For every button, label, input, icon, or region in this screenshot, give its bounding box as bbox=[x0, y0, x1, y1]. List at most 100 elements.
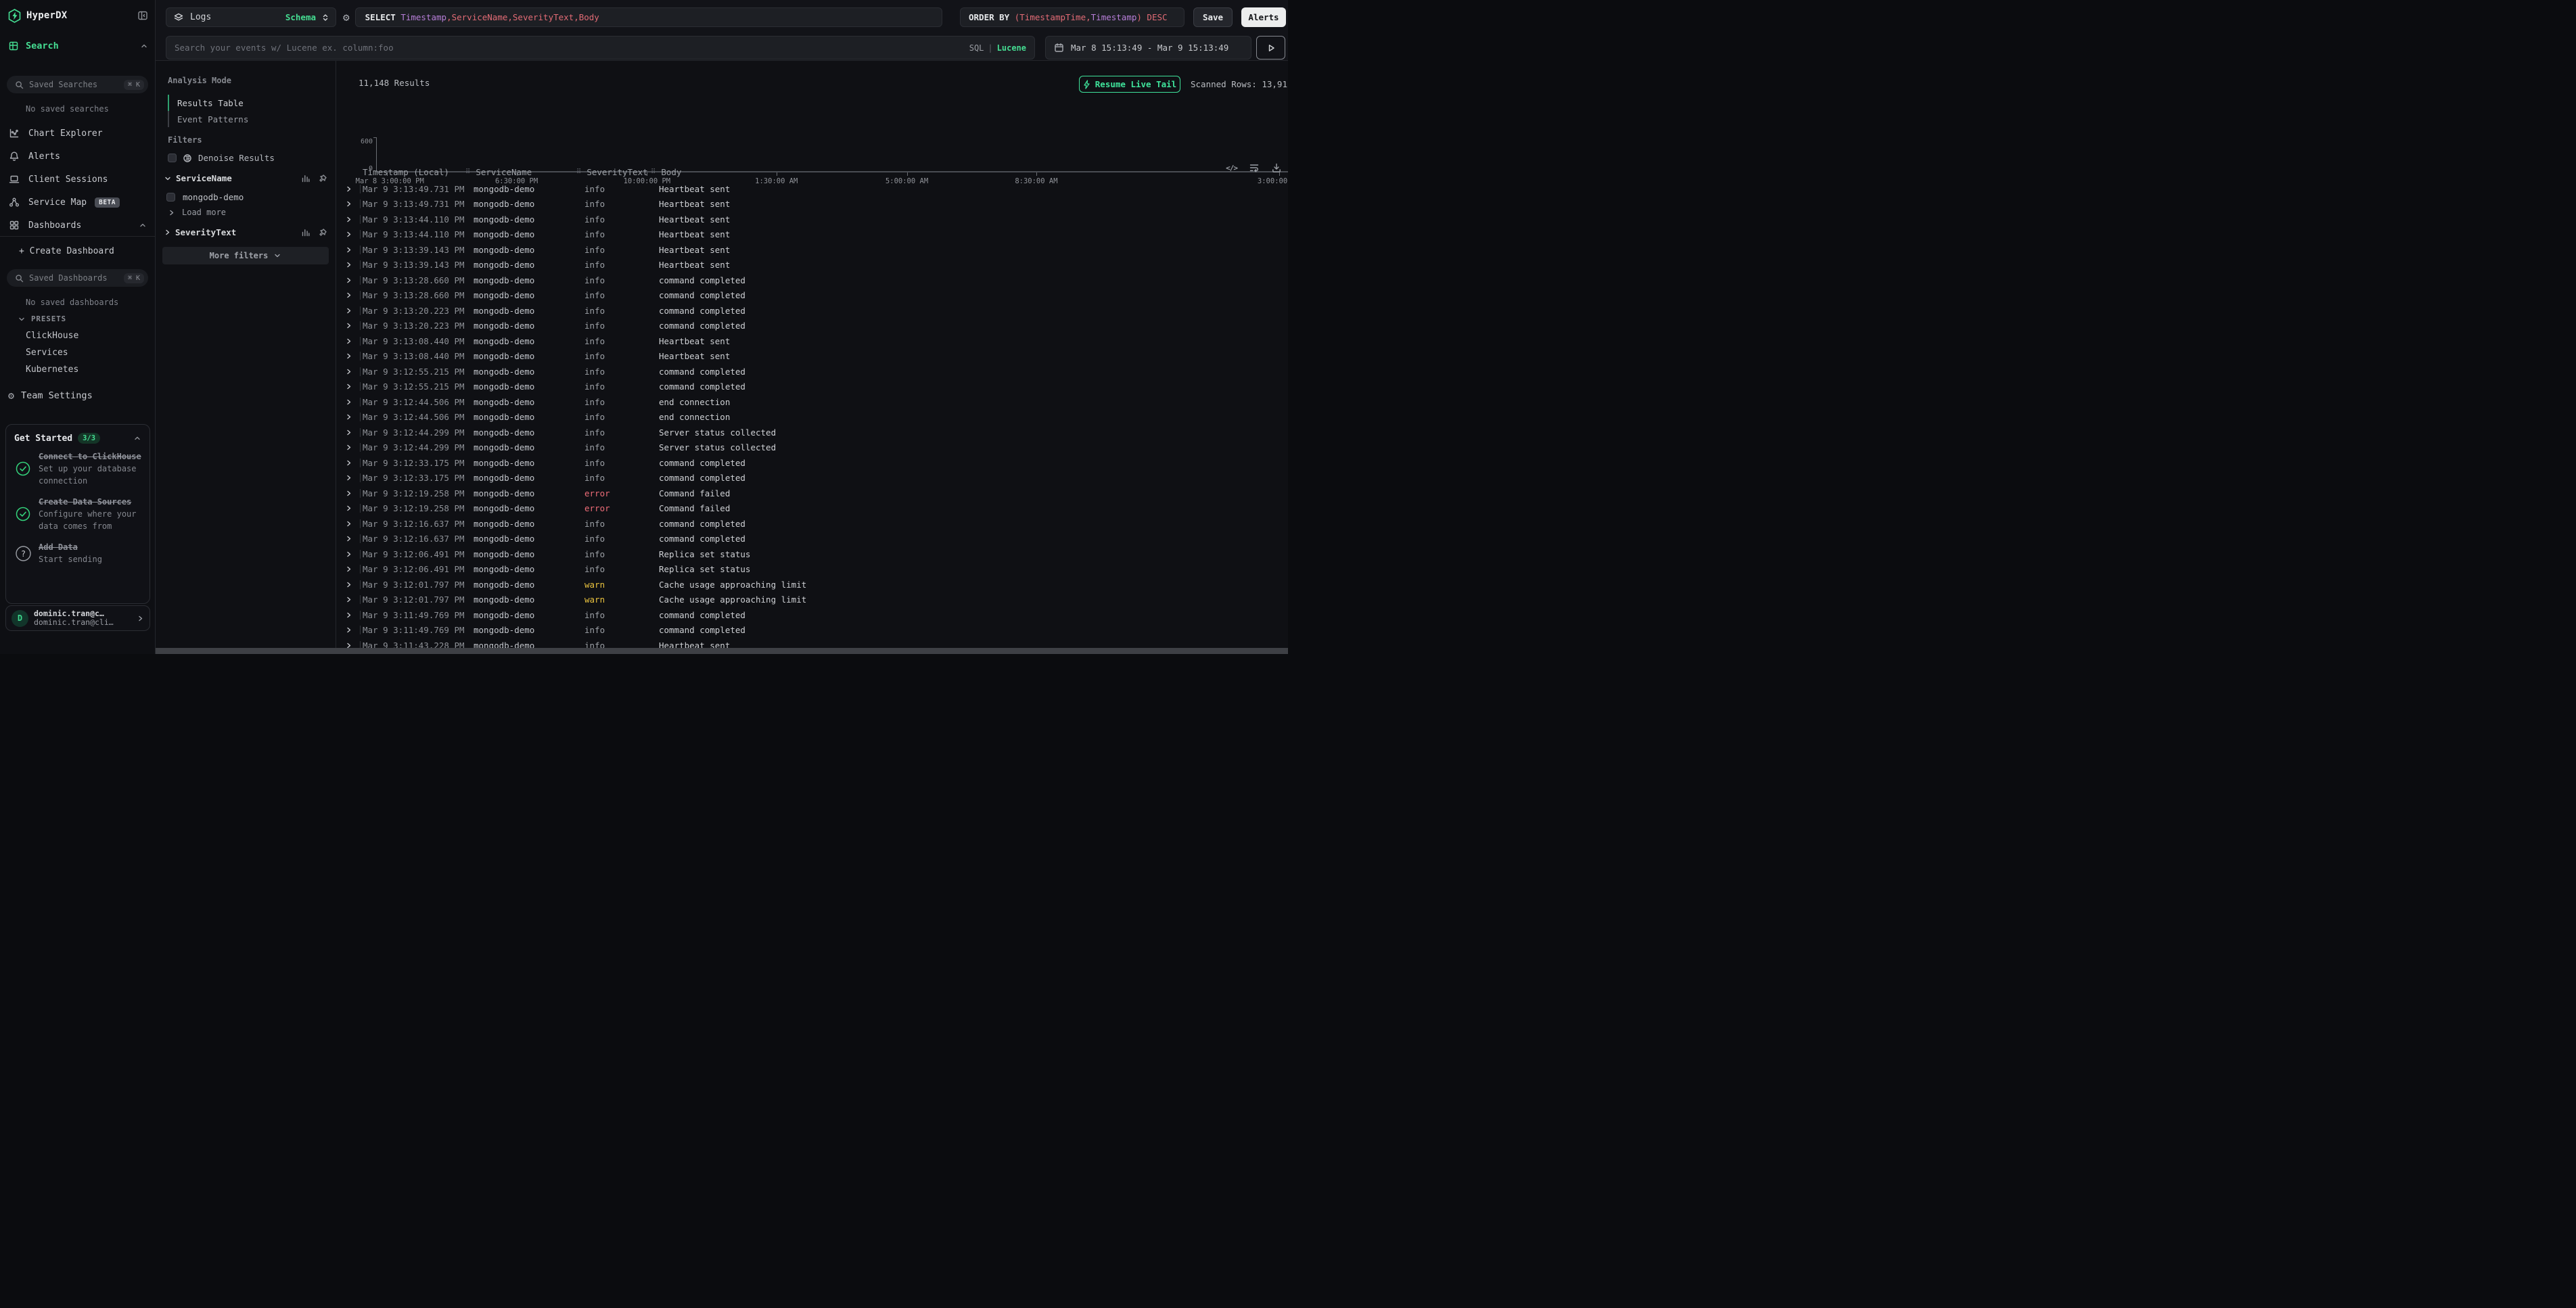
expand-row-icon[interactable] bbox=[345, 398, 352, 406]
column-header-servicename[interactable]: ⠿ServiceName bbox=[463, 167, 574, 177]
expand-row-icon[interactable] bbox=[345, 642, 352, 648]
expand-row-icon[interactable] bbox=[345, 581, 352, 588]
chevron-up-icon[interactable] bbox=[139, 221, 147, 229]
pin-icon[interactable] bbox=[318, 228, 327, 237]
expand-row-icon[interactable] bbox=[345, 246, 352, 254]
expand-row-icon[interactable] bbox=[345, 520, 352, 528]
table-row[interactable]: Mar 9 3:13:49.731 PMmongodb-demoinfoHear… bbox=[336, 197, 1288, 212]
load-more-button[interactable]: Load more bbox=[168, 208, 226, 217]
expand-row-icon[interactable] bbox=[345, 200, 352, 208]
expand-row-icon[interactable] bbox=[345, 291, 352, 299]
table-row[interactable]: Mar 9 3:13:20.223 PMmongodb-demoinfocomm… bbox=[336, 303, 1288, 319]
expand-row-icon[interactable] bbox=[345, 383, 352, 390]
sidebar-item-search[interactable]: Search bbox=[8, 39, 148, 53]
create-dashboard-button[interactable]: + Create Dashboard bbox=[19, 246, 114, 256]
expand-row-icon[interactable] bbox=[345, 626, 352, 634]
table-row[interactable]: Mar 9 3:12:33.175 PMmongodb-demoinfocomm… bbox=[336, 471, 1288, 486]
language-lucene-label[interactable]: Lucene bbox=[997, 43, 1026, 53]
expand-row-icon[interactable] bbox=[345, 551, 352, 558]
expand-row-icon[interactable] bbox=[345, 368, 352, 375]
results-histogram[interactable]: 600 0 Mar 8 3:00:00 PM6:30:00 PM10:00:00… bbox=[336, 98, 1288, 149]
user-profile[interactable]: D dominic.tran@c… dominic.tran@cli… bbox=[5, 605, 150, 631]
get-started-step[interactable]: Connect to ClickHouseSet up your databas… bbox=[14, 450, 141, 487]
column-header-body[interactable]: ⠿Body bbox=[649, 167, 1288, 177]
expand-row-icon[interactable] bbox=[345, 277, 352, 284]
table-row[interactable]: Mar 9 3:12:44.299 PMmongodb-demoinfoServ… bbox=[336, 425, 1288, 440]
expand-row-icon[interactable] bbox=[345, 307, 352, 314]
run-query-button[interactable] bbox=[1256, 36, 1285, 60]
table-row[interactable]: Mar 9 3:12:55.215 PMmongodb-demoinfocomm… bbox=[336, 364, 1288, 379]
table-row[interactable]: Mar 9 3:12:01.797 PMmongodb-demowarnCach… bbox=[336, 592, 1288, 608]
expand-row-icon[interactable] bbox=[345, 565, 352, 573]
expand-row-icon[interactable] bbox=[345, 413, 352, 421]
table-row[interactable]: Mar 9 3:12:16.637 PMmongodb-demoinfocomm… bbox=[336, 516, 1288, 532]
chevron-up-icon[interactable] bbox=[133, 434, 141, 442]
expand-row-icon[interactable] bbox=[345, 216, 352, 223]
table-row[interactable]: Mar 9 3:12:01.797 PMmongodb-demowarnCach… bbox=[336, 577, 1288, 592]
bar-chart-icon[interactable] bbox=[301, 174, 310, 183]
sidebar-collapse-icon[interactable] bbox=[137, 10, 148, 21]
filter-group-severitytext[interactable]: SeverityText bbox=[164, 227, 327, 237]
language-sql-label[interactable]: SQL bbox=[969, 43, 984, 53]
get-started-step[interactable]: Create Data SourcesConfigure where your … bbox=[14, 496, 141, 532]
horizontal-scrollbar[interactable] bbox=[156, 648, 1288, 654]
filter-value-mongodb-demo[interactable]: mongodb-demo bbox=[166, 192, 244, 202]
more-filters-button[interactable]: More filters bbox=[162, 247, 329, 264]
sidebar-item-chart-explorer[interactable]: Chart Explorer bbox=[0, 122, 155, 145]
expand-row-icon[interactable] bbox=[345, 352, 352, 360]
table-row[interactable]: Mar 9 3:13:08.440 PMmongodb-demoinfoHear… bbox=[336, 333, 1288, 349]
table-row[interactable]: Mar 9 3:13:44.110 PMmongodb-demoinfoHear… bbox=[336, 227, 1288, 243]
table-row[interactable]: Mar 9 3:11:49.769 PMmongodb-demoinfocomm… bbox=[336, 607, 1288, 623]
table-row[interactable]: Mar 9 3:13:39.143 PMmongodb-demoinfoHear… bbox=[336, 242, 1288, 258]
resume-live-tail-button[interactable]: Resume Live Tail bbox=[1079, 76, 1180, 93]
save-button[interactable]: Save bbox=[1193, 7, 1233, 27]
bar-chart-icon[interactable] bbox=[301, 228, 310, 237]
analysis-mode-event-patterns[interactable]: Event Patterns bbox=[168, 111, 248, 127]
saved-dashboards-input[interactable]: Saved Dashboards ⌘ K bbox=[7, 269, 148, 287]
table-row[interactable]: Mar 9 3:13:44.110 PMmongodb-demoinfoHear… bbox=[336, 212, 1288, 227]
table-row[interactable]: Mar 9 3:11:49.769 PMmongodb-demoinfocomm… bbox=[336, 623, 1288, 638]
table-row[interactable]: Mar 9 3:12:33.175 PMmongodb-demoinfocomm… bbox=[336, 455, 1288, 471]
orderby-clause-input[interactable]: ORDER BY (TimestampTime, Timestamp) DESC bbox=[960, 7, 1184, 27]
analysis-mode-results-table[interactable]: Results Table bbox=[168, 95, 248, 111]
expand-row-icon[interactable] bbox=[345, 505, 352, 512]
expand-row-icon[interactable] bbox=[345, 261, 352, 268]
drag-handle-icon[interactable]: ⠿ bbox=[465, 168, 470, 176]
sidebar-item-client-sessions[interactable]: Client Sessions bbox=[0, 168, 155, 191]
preset-services[interactable]: Services bbox=[26, 344, 78, 361]
table-row[interactable]: Mar 9 3:12:16.637 PMmongodb-demoinfocomm… bbox=[336, 532, 1288, 547]
expand-row-icon[interactable] bbox=[345, 459, 352, 467]
chevron-up-icon[interactable] bbox=[140, 42, 148, 50]
presets-toggle[interactable]: PRESETS bbox=[18, 314, 66, 323]
sidebar-item-dashboards[interactable]: Dashboards bbox=[0, 214, 155, 237]
expand-row-icon[interactable] bbox=[345, 185, 352, 193]
sidebar-item-service-map[interactable]: Service MapBETA bbox=[0, 191, 155, 214]
denoise-results-toggle[interactable]: Denoise Results bbox=[168, 153, 275, 163]
expand-row-icon[interactable] bbox=[345, 535, 352, 542]
table-row[interactable]: Mar 9 3:12:06.491 PMmongodb-demoinfoRepl… bbox=[336, 562, 1288, 578]
table-row[interactable]: Mar 9 3:13:49.731 PMmongodb-demoinfoHear… bbox=[336, 181, 1288, 197]
table-row[interactable]: Mar 9 3:12:19.258 PMmongodb-demoerrorCom… bbox=[336, 486, 1288, 501]
date-range-picker[interactable]: Mar 8 15:13:49 - Mar 9 15:13:49 bbox=[1045, 36, 1251, 60]
drag-handle-icon[interactable]: ⠿ bbox=[576, 168, 581, 176]
expand-row-icon[interactable] bbox=[345, 596, 352, 603]
alerts-button[interactable]: Alerts bbox=[1241, 7, 1286, 27]
preset-clickhouse[interactable]: ClickHouse bbox=[26, 327, 78, 344]
table-row[interactable]: Mar 9 3:13:08.440 PMmongodb-demoinfoHear… bbox=[336, 349, 1288, 365]
table-row[interactable]: Mar 9 3:13:28.660 PMmongodb-demoinfocomm… bbox=[336, 288, 1288, 304]
source-settings-gear-icon[interactable]: ⚙ bbox=[343, 12, 350, 23]
table-row[interactable]: Mar 9 3:12:06.491 PMmongodb-demoinfoRepl… bbox=[336, 546, 1288, 562]
expand-row-icon[interactable] bbox=[345, 611, 352, 619]
table-row[interactable]: Mar 9 3:12:44.299 PMmongodb-demoinfoServ… bbox=[336, 440, 1288, 456]
expand-row-icon[interactable] bbox=[345, 474, 352, 482]
get-started-step[interactable]: ?Add DataStart sending bbox=[14, 541, 141, 566]
table-row[interactable]: Mar 9 3:12:55.215 PMmongodb-demoinfocomm… bbox=[336, 379, 1288, 395]
column-header-severitytext[interactable]: ⠿SeverityText bbox=[574, 167, 649, 177]
table-row[interactable]: Mar 9 3:12:44.506 PMmongodb-demoinfoend … bbox=[336, 410, 1288, 425]
source-select[interactable]: Logs Schema bbox=[166, 7, 336, 27]
table-row[interactable]: Mar 9 3:13:20.223 PMmongodb-demoinfocomm… bbox=[336, 319, 1288, 334]
table-row[interactable]: Mar 9 3:11:43.228 PMmongodb-demoinfoHear… bbox=[336, 638, 1288, 648]
table-row[interactable]: Mar 9 3:13:28.660 PMmongodb-demoinfocomm… bbox=[336, 273, 1288, 288]
column-header-timestamp[interactable]: Timestamp (Local) bbox=[361, 167, 463, 177]
select-clause-input[interactable]: SELECT Timestamp,ServiceName,SeverityTex… bbox=[355, 7, 942, 27]
